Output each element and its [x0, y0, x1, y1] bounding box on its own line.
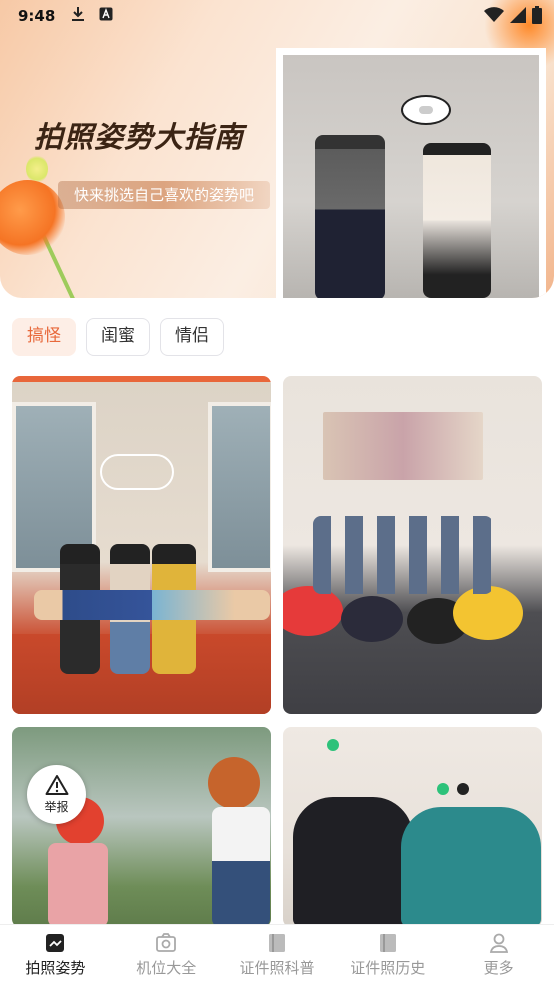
tab-couple[interactable]: 情侣 — [160, 318, 224, 356]
heart-doodle — [327, 739, 339, 751]
status-right-icons — [484, 6, 542, 28]
person-orange-hat — [208, 757, 260, 809]
status-time: 9:48 — [18, 7, 56, 25]
book-icon — [266, 932, 288, 954]
person-dark-shirt — [341, 596, 403, 642]
battery-icon — [532, 6, 542, 28]
tab-besties[interactable]: 闺蜜 — [86, 318, 150, 356]
text-notification-icon — [99, 7, 113, 25]
banner-photo-frame — [276, 48, 546, 298]
legs-up — [313, 516, 493, 594]
report-label: 举报 — [44, 800, 69, 814]
nav-label: 更多 — [483, 958, 514, 977]
camera-icon — [155, 932, 177, 954]
guide-banner[interactable]: 拍照姿势大指南 快来挑选自己喜欢的姿势吧 — [0, 0, 554, 298]
pose-icon — [44, 932, 66, 954]
signal-icon — [510, 7, 526, 27]
person-white-shirt — [212, 807, 270, 927]
cloud-doodle — [100, 454, 174, 490]
heart-doodle — [457, 783, 469, 795]
category-tabs: 搞怪 闺蜜 情侣 — [12, 318, 224, 356]
flower-decoration — [0, 180, 65, 255]
nav-label: 机位大全 — [136, 958, 197, 977]
nav-item-camera-angles[interactable]: 机位大全 — [111, 925, 222, 984]
pose-photo-2[interactable] — [283, 376, 542, 714]
pose-photo-1[interactable] — [12, 376, 271, 714]
window-right — [208, 402, 271, 572]
status-bar: 9:48 — [0, 0, 554, 32]
person-black-hood — [293, 797, 413, 927]
pose-photo-3[interactable] — [12, 727, 271, 927]
nav-label: 证件照科普 — [239, 958, 315, 977]
person-teal-hood — [401, 807, 541, 927]
banner-couple-photo — [283, 55, 539, 298]
warning-icon — [45, 774, 69, 796]
bottom-nav: 拍照姿势 机位大全 证件照科普 证件照历史 更多 — [0, 924, 554, 984]
nav-label: 证件照历史 — [350, 958, 426, 977]
banner-subtitle: 快来挑选自己喜欢的姿势吧 — [58, 181, 271, 209]
lying-girl-figure — [34, 590, 270, 620]
nav-item-id-photo-history[interactable]: 证件照历史 — [332, 925, 443, 984]
app-screen: 拍照姿势大指南 快来挑选自己喜欢的姿势吧 9:48 搞怪 闺蜜 情侣 举报 拍照… — [0, 0, 554, 984]
person-yellow-shirt — [453, 586, 523, 640]
download-icon — [71, 6, 85, 26]
banner-title: 拍照姿势大指南 — [34, 120, 245, 154]
woman-figure — [423, 143, 491, 298]
tab-funny[interactable]: 搞怪 — [12, 318, 76, 356]
person-pink-shirt — [48, 843, 108, 927]
wall-painting — [323, 412, 483, 480]
flower-bud-decoration — [26, 155, 48, 183]
man-figure — [315, 135, 385, 298]
book-icon — [377, 932, 399, 954]
person-icon — [488, 932, 510, 954]
nav-label: 拍照姿势 — [25, 958, 86, 977]
wifi-icon — [484, 7, 504, 27]
heart-doodle — [437, 783, 449, 795]
nav-item-id-photo-guide[interactable]: 证件照科普 — [222, 925, 333, 984]
nav-item-pose[interactable]: 拍照姿势 — [0, 925, 111, 984]
pose-photo-4[interactable] — [283, 727, 542, 927]
speech-bubble-doodle — [401, 95, 451, 125]
nav-item-more[interactable]: 更多 — [443, 925, 554, 984]
report-button[interactable]: 举报 — [27, 765, 86, 824]
